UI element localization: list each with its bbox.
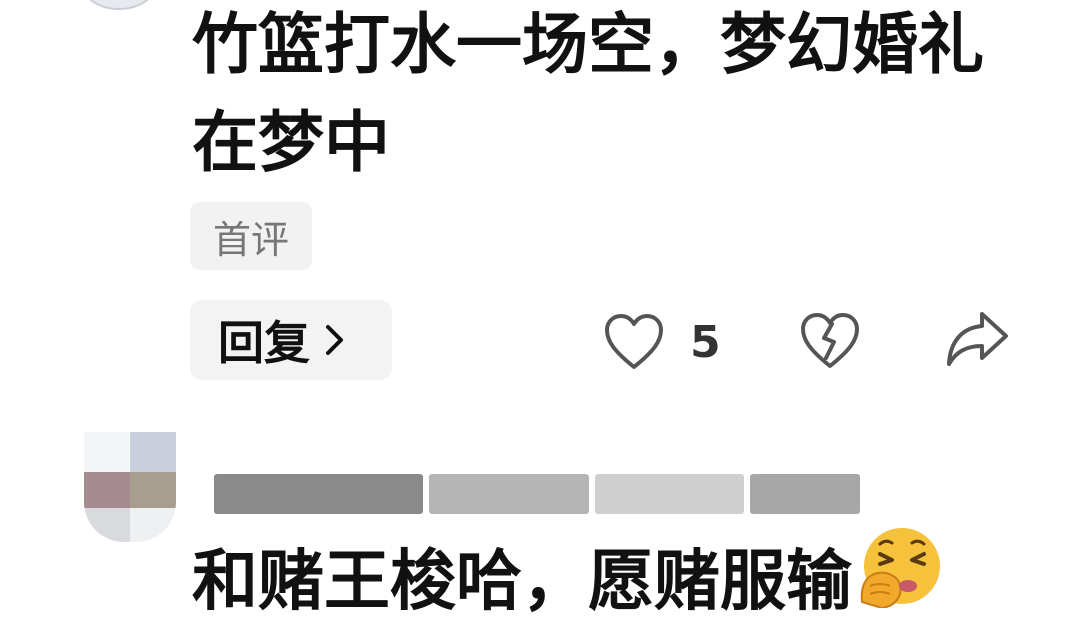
share-button[interactable]: [944, 308, 1010, 368]
comment-text: 竹篮打水一场空，梦幻婚礼在梦中: [192, 6, 984, 181]
comment-text-content: 和赌王梭哈，愿赌服输: [192, 542, 852, 620]
broken-heart-icon: [801, 313, 859, 368]
first-comment-badge: 首评: [190, 202, 312, 270]
like-count: 5: [690, 316, 721, 368]
share-arrow-icon: [947, 312, 1008, 366]
like-button[interactable]: 5: [604, 313, 721, 371]
comment-text: 和赌王梭哈，愿赌服输: [192, 528, 992, 641]
avatar[interactable]: [84, 432, 176, 542]
reply-label: 回复: [218, 316, 310, 370]
chevron-right-icon: [326, 325, 343, 355]
yawning-emoji-icon: [856, 524, 944, 635]
reply-button[interactable]: 回复: [190, 300, 392, 380]
heart-outline-icon: [605, 314, 663, 369]
dislike-button[interactable]: [800, 312, 860, 370]
avatar[interactable]: [82, 0, 156, 10]
username-redacted[interactable]: [214, 472, 860, 516]
